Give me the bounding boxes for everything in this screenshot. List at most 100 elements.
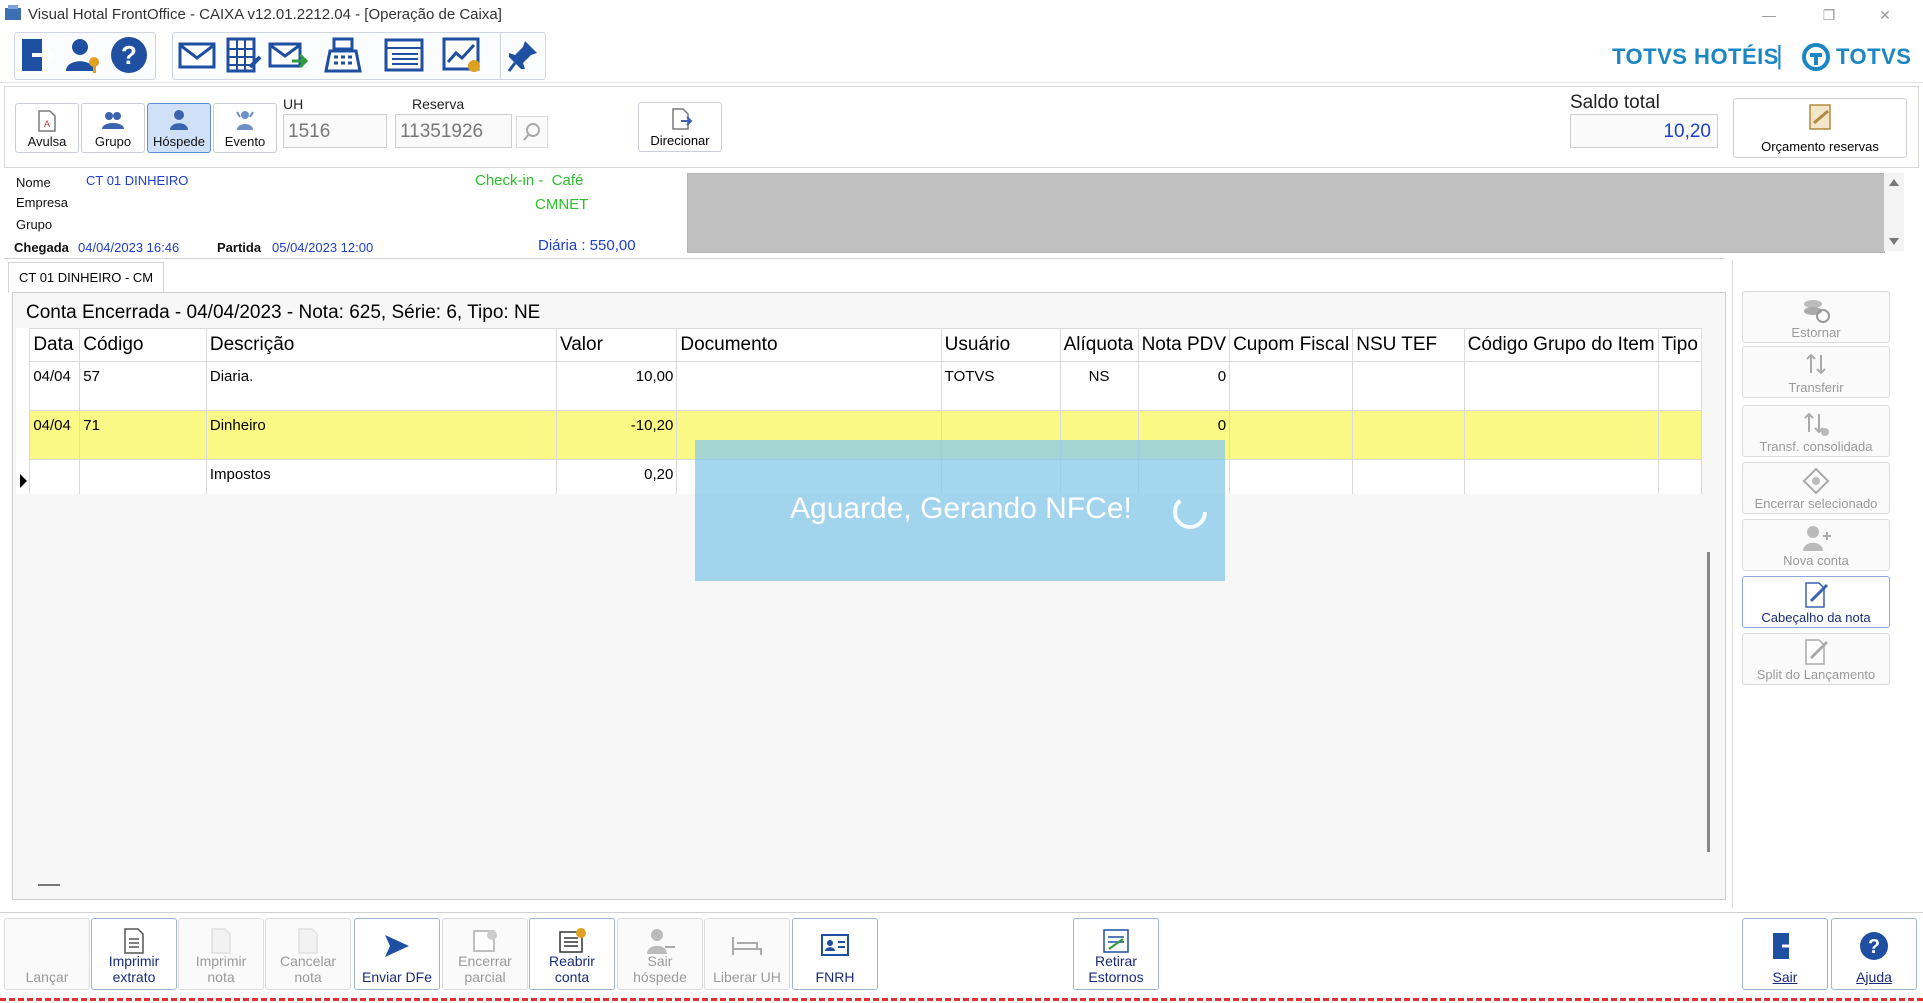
divider xyxy=(4,258,1725,259)
cell-cupom xyxy=(1229,410,1354,460)
pin-icon xyxy=(507,41,537,72)
mode-evento-label: Evento xyxy=(224,134,266,149)
transferir-button[interactable]: Transferir xyxy=(1742,346,1890,398)
cabecalho-da-nota-button[interactable]: Cabeçalho da nota xyxy=(1742,576,1890,628)
uh-input[interactable]: 1516 xyxy=(283,114,387,148)
col-header[interactable]: Valor xyxy=(555,328,678,362)
search-button[interactable] xyxy=(516,116,548,148)
chegada-value: 04/04/2023 16:46 xyxy=(78,240,180,255)
mode-grupo-label: Grupo xyxy=(94,134,132,149)
table-row[interactable]: 04/04 57 Diaria. 10,00 TOTVS NS 0 xyxy=(16,361,1702,411)
enviar-dfe-button[interactable]: Enviar DFe xyxy=(354,918,440,990)
cell-documento xyxy=(676,361,942,411)
nova-conta-button[interactable]: Nova conta xyxy=(1742,519,1890,571)
ajuda-button[interactable]: ? Ajuda xyxy=(1831,918,1917,990)
encerrar-selecionado-button[interactable]: Encerrar selecionado xyxy=(1742,462,1890,514)
col-header[interactable]: Nota PDV xyxy=(1137,328,1231,362)
email-icon[interactable] xyxy=(178,37,216,76)
row-indicator-header xyxy=(16,328,30,362)
encerrar-parcial-button[interactable]: Encerrar parcial xyxy=(442,918,528,990)
bed-icon xyxy=(732,937,762,955)
guest-exit-icon xyxy=(647,929,675,954)
restore-button[interactable]: ❐ xyxy=(1806,0,1852,30)
transf-consolidada-button[interactable]: Transf. consolidada xyxy=(1742,405,1890,457)
grid-scrollbar[interactable] xyxy=(1707,552,1710,852)
cell-cupom xyxy=(1229,459,1354,494)
col-header[interactable]: Código xyxy=(79,328,207,362)
help-icon: ? xyxy=(1860,932,1888,960)
mode-avulsa-button[interactable]: A Avulsa xyxy=(15,103,79,153)
cell-codigo xyxy=(79,459,207,494)
uh-label: UH xyxy=(283,96,304,112)
mode-hospede-button[interactable]: Hóspede xyxy=(147,103,211,153)
col-header[interactable]: Data xyxy=(29,328,81,362)
row-indicator xyxy=(16,459,30,494)
fnrh-button[interactable]: FNRH xyxy=(792,918,878,990)
mode-grupo-button[interactable]: Grupo xyxy=(81,103,145,153)
encerrar-parcial-label: Encerrar parcial xyxy=(458,953,512,985)
pin-button[interactable] xyxy=(500,32,546,80)
grid-header-row: Data Código Descrição Valor Documento Us… xyxy=(16,328,1702,362)
current-row-arrow-icon xyxy=(20,473,27,488)
print-statement-icon xyxy=(124,928,144,954)
imprimir-nota-button[interactable]: Imprimir nota xyxy=(178,918,264,990)
chart-icon[interactable] xyxy=(442,36,482,77)
logout-icon[interactable] xyxy=(18,36,56,77)
col-header[interactable]: Usuário xyxy=(940,328,1061,362)
reabrir-conta-label: Reabrir conta xyxy=(549,953,595,985)
split-do-lancamento-label: Split do Lançamento xyxy=(1756,667,1876,682)
grid-splitter[interactable] xyxy=(38,884,60,886)
col-header[interactable]: Descrição xyxy=(205,328,557,362)
mode-hospede-label: Hóspede xyxy=(152,134,206,149)
retirar-estornos-button[interactable]: Retirar Estornos xyxy=(1073,918,1159,990)
orcamento-reservas-button[interactable]: Orçamento reservas xyxy=(1733,98,1907,158)
cell-data: 04/04 xyxy=(29,361,81,411)
notes-scrollbar[interactable] xyxy=(1884,173,1904,251)
col-header[interactable]: Tipo xyxy=(1657,328,1702,362)
sair-hospede-label: Sair hóspede xyxy=(633,953,687,985)
minimize-button[interactable]: — xyxy=(1746,0,1792,30)
reserva-label: Reserva xyxy=(412,96,465,112)
col-header[interactable]: Documento xyxy=(676,328,942,362)
reopen-account-icon xyxy=(559,928,586,953)
liberar-uh-label: Liberar UH xyxy=(713,969,781,985)
close-button[interactable]: ✕ xyxy=(1862,0,1908,30)
col-header[interactable]: Código Grupo do Item xyxy=(1463,328,1659,362)
svg-text:A: A xyxy=(44,119,50,129)
sair-hospede-button[interactable]: Sair hóspede xyxy=(617,918,703,990)
report-list-icon[interactable] xyxy=(384,37,424,76)
reabrir-conta-button[interactable]: Reabrir conta xyxy=(529,918,615,990)
direcionar-button[interactable]: Direcionar xyxy=(638,102,722,152)
lancar-button[interactable]: Lançar xyxy=(4,918,90,990)
help-icon[interactable]: ? xyxy=(110,36,148,77)
liberar-uh-button[interactable]: Liberar UH xyxy=(704,918,790,990)
col-header[interactable]: Cupom Fiscal xyxy=(1229,328,1354,362)
focus-border xyxy=(0,998,1923,1001)
split-do-lancamento-button[interactable]: Split do Lançamento xyxy=(1742,633,1890,685)
title-bar: Visual Hotal FrontOffice - CAIXA v12.01.… xyxy=(0,0,1923,30)
svg-text:?: ? xyxy=(121,40,137,70)
cancelar-nota-button[interactable]: Cancelar nota xyxy=(265,918,351,990)
edit-note-icon xyxy=(1805,582,1829,608)
tab-account[interactable]: CT 01 DINHEIRO - CM xyxy=(8,262,165,293)
saldo-label: Saldo total xyxy=(1570,92,1660,113)
notes-area[interactable] xyxy=(687,173,1885,253)
imprimir-nota-label: Imprimir nota xyxy=(195,953,247,985)
col-header[interactable]: Alíquota xyxy=(1059,328,1139,362)
event-icon xyxy=(236,111,254,130)
brand-totvs: TOTVS xyxy=(1836,44,1912,69)
sair-button[interactable]: Sair xyxy=(1742,918,1828,990)
cash-register-icon[interactable] xyxy=(324,37,362,76)
col-header[interactable]: NSU TEF xyxy=(1352,328,1465,362)
imprimir-extrato-button[interactable]: Imprimir extrato xyxy=(91,918,177,990)
spreadsheet-icon[interactable] xyxy=(224,37,262,76)
partida-label: Partida xyxy=(217,240,262,255)
reserva-input[interactable]: 11351926 xyxy=(395,114,512,148)
users-key-icon[interactable] xyxy=(64,36,104,77)
estornar-button[interactable]: Estornar xyxy=(1742,291,1890,343)
svg-text:?: ? xyxy=(1868,936,1880,958)
mode-evento-button[interactable]: Evento xyxy=(213,103,277,153)
send-email-icon[interactable] xyxy=(268,37,309,76)
scroll-up-arrow-icon[interactable] xyxy=(1889,179,1899,186)
scroll-down-arrow-icon[interactable] xyxy=(1889,238,1899,245)
